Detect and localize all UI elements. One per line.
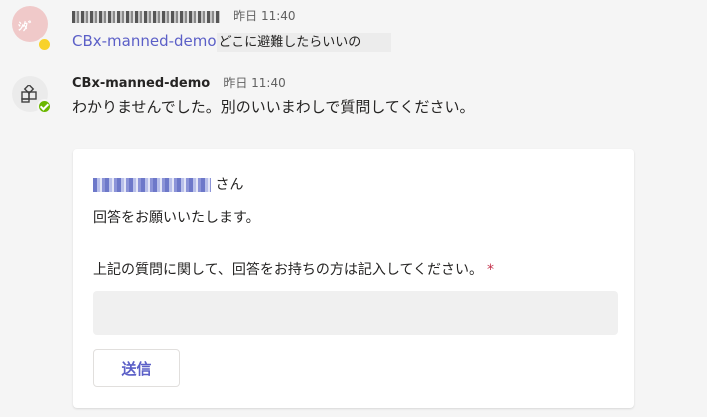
- author-name[interactable]: CBx-manned-demo: [72, 76, 210, 91]
- avatar-initials: ｼﾀﾞ: [18, 20, 33, 33]
- question-text: 上記の質問に関して、回答をお持ちの方は記入してください。: [93, 262, 484, 278]
- recipient-suffix: さん: [215, 177, 244, 193]
- mention-link[interactable]: CBx-manned-demo: [72, 32, 217, 50]
- message-header: 昨日 11:40: [72, 7, 296, 24]
- presence-available-icon: [37, 99, 52, 114]
- message-text: わかりませんでした。別のいいまわしで質問してください。: [72, 98, 475, 116]
- obscured-author-name[interactable]: [72, 10, 220, 23]
- bot-app-icon: [21, 85, 37, 103]
- message-text: どこに避難したらいいの: [216, 33, 392, 52]
- message-timestamp: 昨日 11:40: [233, 9, 296, 23]
- card-recipient: さん: [93, 174, 243, 194]
- presence-away-icon: [37, 37, 52, 52]
- question-label: 上記の質問に関して、回答をお持ちの方は記入してください。 *: [93, 259, 494, 279]
- answer-input[interactable]: [93, 291, 618, 335]
- obscured-user-mention[interactable]: [93, 178, 211, 192]
- message-timestamp: 昨日 11:40: [223, 76, 286, 90]
- submit-button[interactable]: 送信: [93, 349, 180, 387]
- message-body: CBx-manned-demo どこに避難したらいいの: [72, 31, 392, 52]
- message-header: CBx-manned-demo 昨日 11:40: [72, 74, 286, 91]
- card-request-text: 回答をお願いいたします。: [93, 210, 260, 226]
- required-marker: *: [487, 262, 495, 278]
- adaptive-card: さん 回答をお願いいたします。 上記の質問に関して、回答をお持ちの方は記入してく…: [73, 149, 634, 408]
